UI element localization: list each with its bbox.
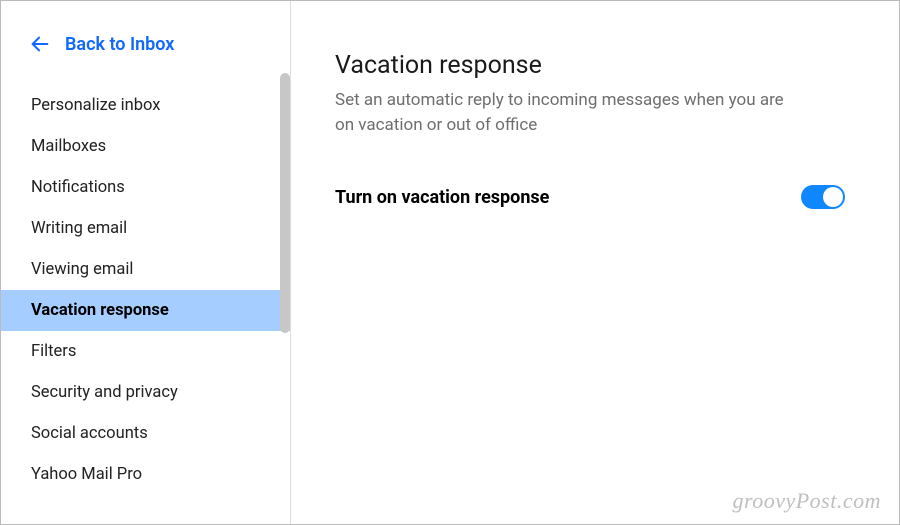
vacation-response-toggle-row: Turn on vacation response <box>335 185 845 209</box>
page-description: Set an automatic reply to incoming messa… <box>335 88 805 137</box>
toggle-label: Turn on vacation response <box>335 187 549 208</box>
sidebar-item-viewing-email[interactable]: Viewing email <box>1 249 290 290</box>
sidebar-item-personalize-inbox[interactable]: Personalize inbox <box>1 85 290 126</box>
sidebar-item-mailboxes[interactable]: Mailboxes <box>1 126 290 167</box>
sidebar-item-vacation-response[interactable]: Vacation response <box>1 290 290 331</box>
sidebar-item-label: Yahoo Mail Pro <box>31 465 142 484</box>
sidebar-item-label: Filters <box>31 342 76 361</box>
arrow-left-icon <box>29 33 51 55</box>
sidebar-item-label: Security and privacy <box>31 383 178 402</box>
page-title: Vacation response <box>335 51 855 80</box>
sidebar-item-yahoo-mail-pro[interactable]: Yahoo Mail Pro <box>1 454 290 495</box>
sidebar-item-security-privacy[interactable]: Security and privacy <box>1 372 290 413</box>
sidebar-item-label: Notifications <box>31 178 125 197</box>
sidebar-item-label: Social accounts <box>31 424 148 443</box>
back-to-inbox-link[interactable]: Back to Inbox <box>1 9 290 79</box>
main-content: Vacation response Set an automatic reply… <box>291 1 899 524</box>
sidebar-item-social-accounts[interactable]: Social accounts <box>1 413 290 454</box>
settings-sidebar: Back to Inbox Personalize inbox Mailboxe… <box>1 1 291 524</box>
sidebar-item-filters[interactable]: Filters <box>1 331 290 372</box>
sidebar-item-writing-email[interactable]: Writing email <box>1 208 290 249</box>
watermark: groovyPost.com <box>732 488 881 514</box>
sidebar-item-notifications[interactable]: Notifications <box>1 167 290 208</box>
back-link-label: Back to Inbox <box>65 34 174 55</box>
sidebar-item-label: Personalize inbox <box>31 96 160 115</box>
vacation-response-toggle[interactable] <box>801 185 845 209</box>
settings-nav: Personalize inbox Mailboxes Notification… <box>1 85 290 495</box>
toggle-knob <box>823 187 843 207</box>
sidebar-item-label: Vacation response <box>31 301 169 320</box>
sidebar-item-label: Viewing email <box>31 260 133 279</box>
sidebar-item-label: Writing email <box>31 219 127 238</box>
sidebar-scrollbar[interactable] <box>280 73 290 333</box>
sidebar-item-label: Mailboxes <box>31 137 106 156</box>
